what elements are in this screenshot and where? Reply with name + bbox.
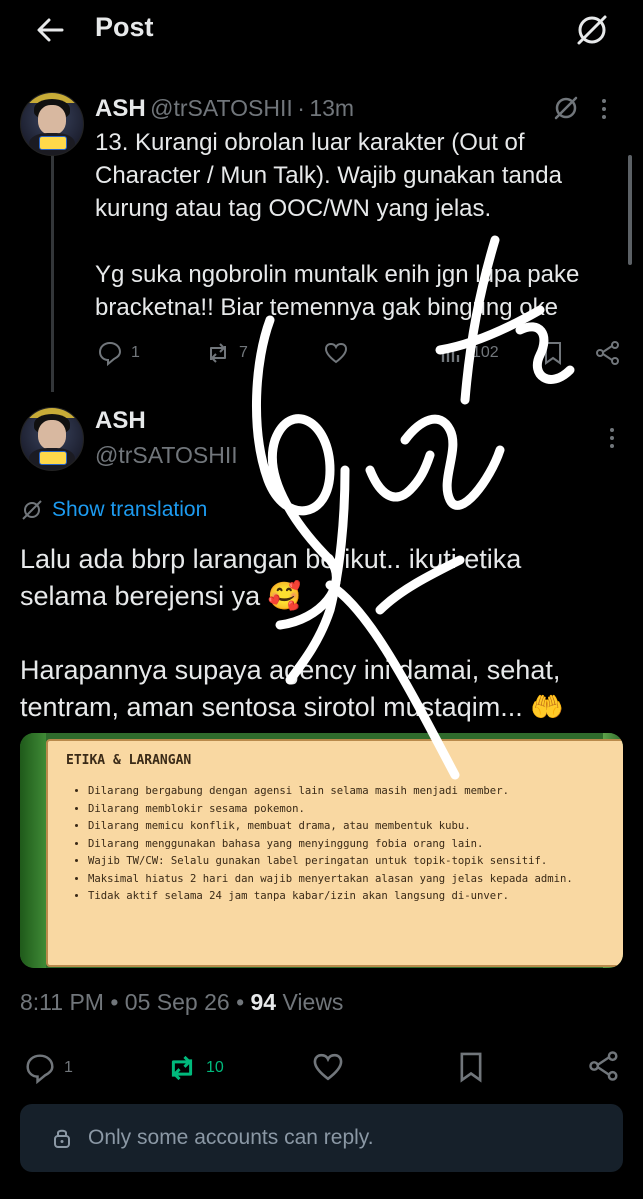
post-time: 8:11 PM [20, 989, 104, 1015]
like-icon [313, 1053, 343, 1081]
reply-button[interactable]: 1 [97, 340, 140, 366]
show-translation-link[interactable]: Show translation [20, 498, 207, 522]
parent-post-text: 13. Kurangi obrolan luar karakter (Out o… [95, 129, 580, 321]
reply-button[interactable]: 1 [24, 1052, 73, 1084]
grok-icon[interactable] [574, 12, 610, 48]
scrollbar[interactable] [628, 155, 632, 265]
translate-icon [22, 500, 42, 520]
thread-connector [51, 150, 54, 392]
like-button[interactable] [311, 1050, 345, 1084]
share-icon [596, 341, 619, 365]
views-count: 94 [250, 989, 277, 1015]
page-title: Post [95, 12, 154, 42]
reply-restriction-banner: Only some accounts can reply. [20, 1104, 623, 1172]
views-count: 102 [472, 344, 499, 361]
repost-count: 7 [239, 344, 248, 361]
rule-item: Dilarang memicu konflik, membuat drama, … [88, 818, 608, 836]
reply-restriction-text: Only some accounts can reply. [88, 1126, 374, 1149]
avatar[interactable] [20, 92, 84, 156]
author-name[interactable]: ASH [95, 95, 146, 122]
reply-count: 1 [64, 1059, 73, 1076]
more-icon[interactable] [608, 426, 616, 450]
views-icon [441, 346, 460, 362]
rules-paper: ETIKA & LARANGAN Dilarang bergabung deng… [46, 739, 623, 967]
bookmark-icon [545, 342, 561, 365]
grok-icon[interactable] [552, 94, 580, 122]
post-time: 13m [309, 95, 355, 121]
bookmark-button[interactable] [454, 1050, 488, 1084]
views-label: Views [282, 989, 344, 1015]
rule-item: Dilarang bergabung dengan agensi lain se… [88, 783, 608, 801]
post-image[interactable]: ETIKA & LARANGAN Dilarang bergabung deng… [20, 733, 623, 968]
post-meta: 8:11 PM • 05 Sep 26 • 94 Views [20, 989, 344, 1015]
repost-button[interactable]: 10 [166, 1052, 224, 1084]
repost-count: 10 [206, 1059, 224, 1076]
show-translation-label[interactable]: Show translation [52, 498, 207, 522]
rules-title: ETIKA & LARANGAN [66, 753, 192, 768]
like-icon [324, 342, 348, 364]
author-handle[interactable]: @trSATOSHII [150, 95, 293, 121]
bookmark-icon [460, 1052, 482, 1083]
rules-list: Dilarang bergabung dengan agensi lain se… [78, 783, 608, 906]
author-handle[interactable]: @trSATOSHII [95, 442, 238, 469]
reply-icon [98, 341, 122, 366]
rule-item: Dilarang memblokir sesama pokemon. [88, 801, 608, 819]
rule-item: Maksimal hiatus 2 hari dan wajib menyert… [88, 871, 608, 889]
parent-post-header: ASH @trSATOSHII · 13m [95, 95, 355, 122]
author-name[interactable]: ASH [95, 407, 146, 435]
reply-count: 1 [131, 344, 140, 361]
rule-item: Wajib TW/CW: Selalu gunakan label pering… [88, 853, 608, 871]
bookmark-button[interactable] [540, 340, 566, 366]
post-date: 05 Sep 26 [124, 989, 230, 1015]
repost-icon [210, 343, 226, 363]
main-post-text: Lalu ada bbrp larangan berikut.. ikuti e… [20, 544, 564, 722]
more-icon[interactable] [600, 97, 608, 121]
views-button[interactable]: 102 [438, 340, 499, 366]
avatar[interactable] [20, 407, 84, 471]
lock-icon [54, 1129, 70, 1148]
like-button[interactable] [323, 340, 349, 366]
repost-icon [171, 1055, 193, 1081]
back-arrow-icon[interactable] [34, 14, 66, 46]
top-bar: Post [0, 0, 643, 58]
rule-item: Dilarang menggunakan bahasa yang menying… [88, 836, 608, 854]
reply-icon [26, 1054, 54, 1084]
repost-button[interactable]: 7 [205, 340, 248, 366]
rule-item: Tidak aktif selama 24 jam tanpa kabar/iz… [88, 888, 608, 906]
share-icon [589, 1051, 618, 1081]
share-button[interactable] [588, 1050, 620, 1082]
share-button[interactable] [595, 340, 621, 366]
